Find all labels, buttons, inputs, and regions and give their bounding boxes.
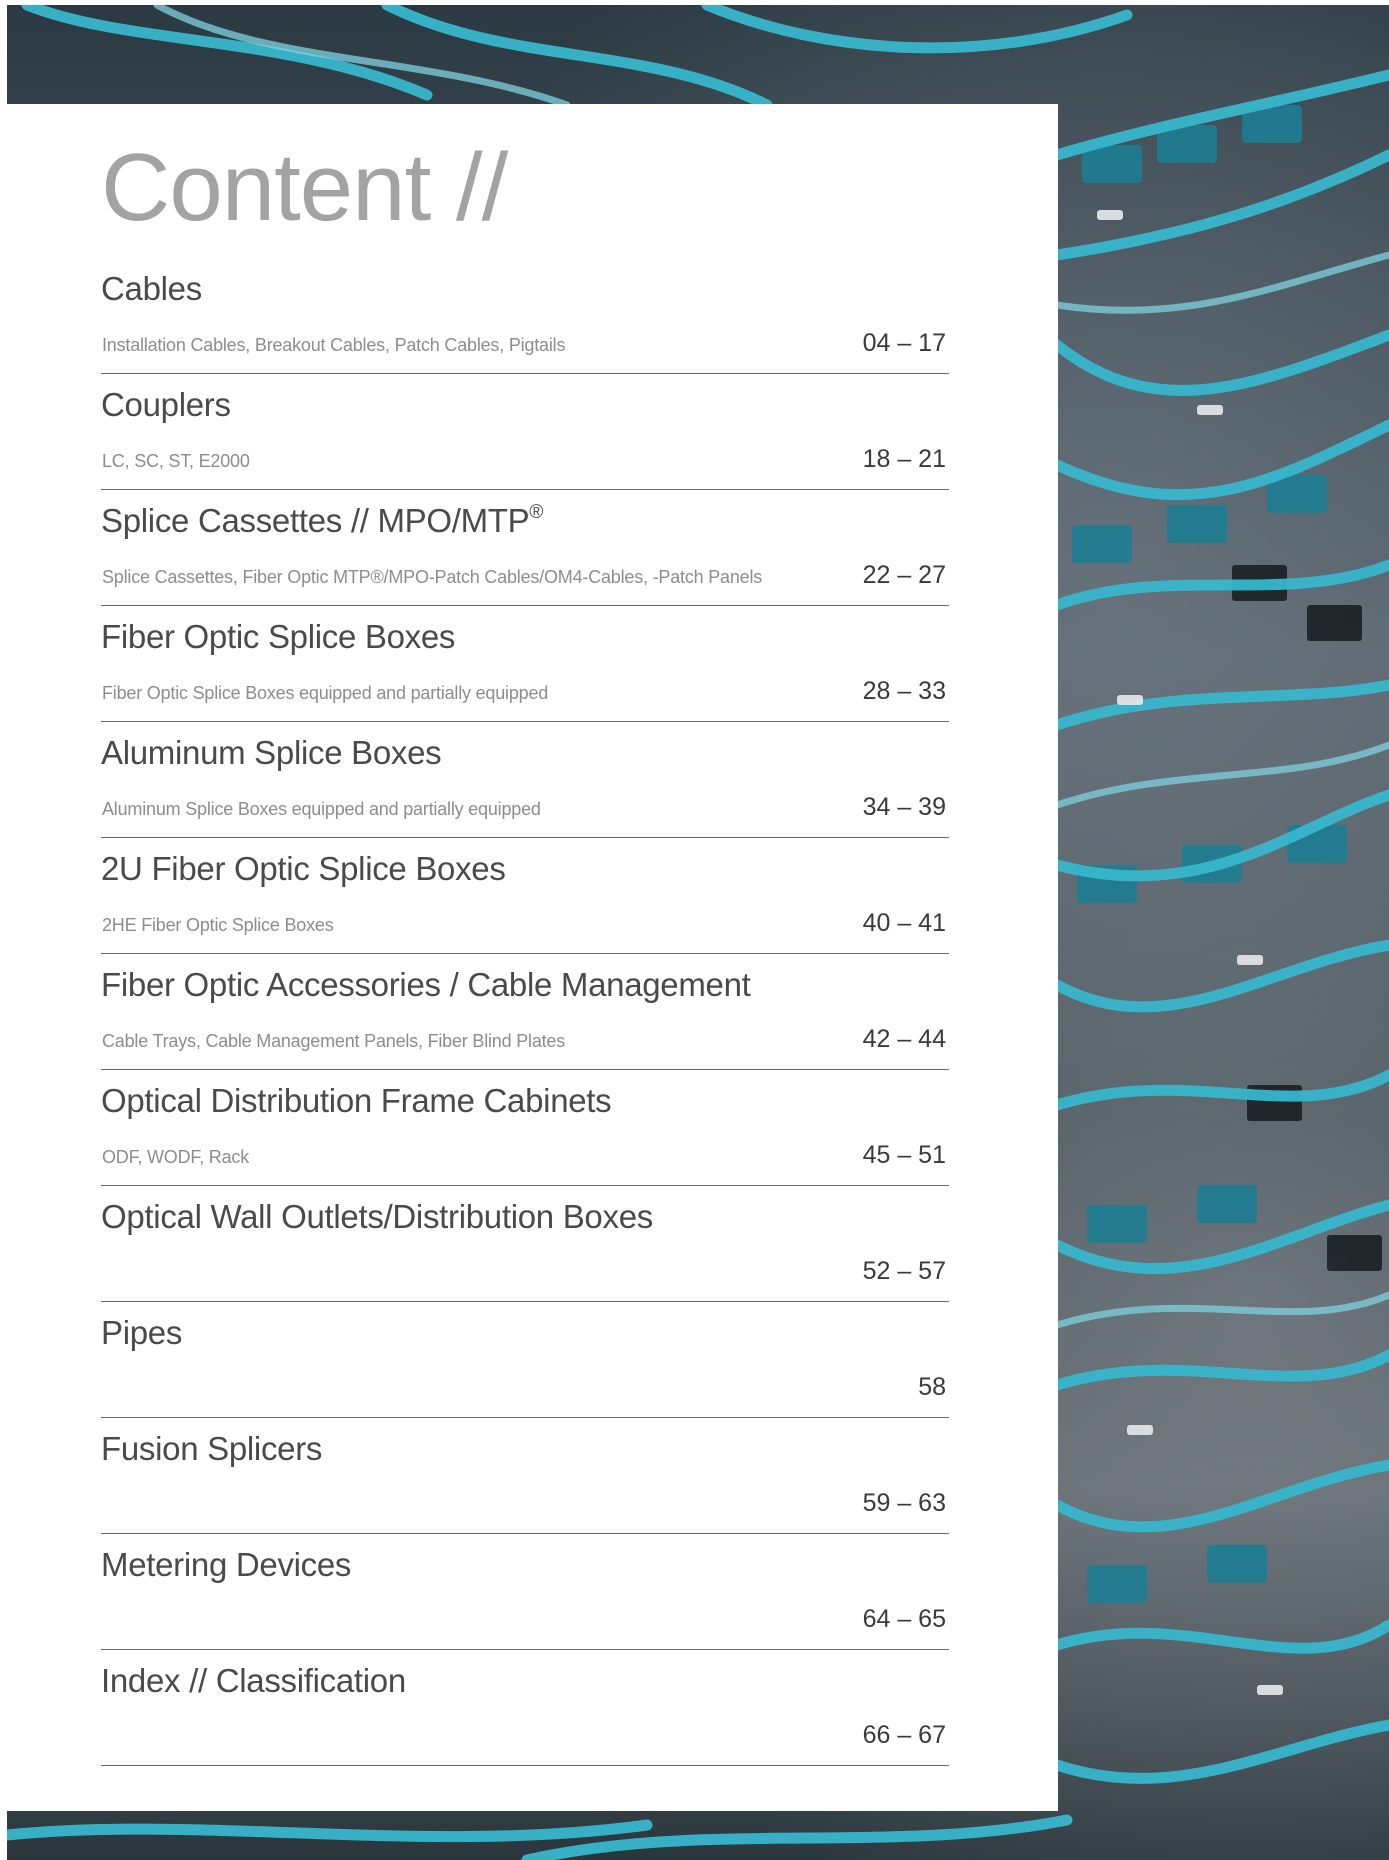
toc-entry-couplers[interactable]: Couplers LC, SC, ST, E2000 18 – 21 bbox=[101, 374, 949, 490]
toc-entry-splice-cassettes[interactable]: Splice Cassettes // MPO/MTP® Splice Cass… bbox=[101, 490, 949, 606]
toc-entry-pages: 28 – 33 bbox=[862, 677, 946, 705]
toc-entry-fusion-splicers[interactable]: Fusion Splicers 59 – 63 bbox=[101, 1418, 949, 1534]
toc-entry-title: Index // Classification bbox=[101, 1662, 406, 1699]
toc-entry-title: Fusion Splicers bbox=[101, 1430, 323, 1467]
toc-entry-pages: 59 – 63 bbox=[862, 1489, 946, 1517]
toc-entry-pages: 18 – 21 bbox=[862, 445, 946, 473]
toc-entry-title: Pipes bbox=[101, 1314, 183, 1351]
toc-entry-wall-outlets[interactable]: Optical Wall Outlets/Distribution Boxes … bbox=[101, 1186, 949, 1302]
toc-entry-pages: 42 – 44 bbox=[862, 1025, 946, 1053]
toc-entry-title: Couplers bbox=[101, 386, 231, 423]
toc-entry-pages: 58 bbox=[918, 1373, 946, 1401]
toc-entry-pages: 66 – 67 bbox=[862, 1721, 946, 1749]
table-of-contents: Cables Installation Cables, Breakout Cab… bbox=[101, 258, 949, 1766]
toc-entry-subtitle: Splice Cassettes, Fiber Optic MTP®/MPO-P… bbox=[102, 567, 763, 587]
toc-entry-pages: 64 – 65 bbox=[862, 1605, 946, 1633]
toc-entry-title: Optical Distribution Frame Cabinets bbox=[101, 1082, 612, 1119]
toc-entry-title: Cables bbox=[101, 270, 202, 307]
toc-entry-title: Fiber Optic Splice Boxes bbox=[101, 618, 456, 655]
toc-entry-metering-devices[interactable]: Metering Devices 64 – 65 bbox=[101, 1534, 949, 1650]
toc-entry-pages: 45 – 51 bbox=[862, 1141, 946, 1169]
toc-entry-title: Splice Cassettes // MPO/MTP® bbox=[101, 502, 543, 540]
toc-entry-accessories[interactable]: Fiber Optic Accessories / Cable Manageme… bbox=[101, 954, 949, 1070]
toc-entry-subtitle: 2HE Fiber Optic Splice Boxes bbox=[102, 915, 334, 935]
toc-entry-2u-splice-boxes[interactable]: 2U Fiber Optic Splice Boxes 2HE Fiber Op… bbox=[101, 838, 949, 954]
toc-entry-subtitle: Aluminum Splice Boxes equipped and parti… bbox=[102, 799, 541, 819]
toc-entry-subtitle: Fiber Optic Splice Boxes equipped and pa… bbox=[102, 683, 549, 703]
toc-entry-subtitle: Cable Trays, Cable Management Panels, Fi… bbox=[102, 1031, 566, 1051]
toc-entry-aluminum-splice-boxes[interactable]: Aluminum Splice Boxes Aluminum Splice Bo… bbox=[101, 722, 949, 838]
page-title: Content // bbox=[101, 134, 508, 241]
toc-entry-fiber-optic-splice-boxes[interactable]: Fiber Optic Splice Boxes Fiber Optic Spl… bbox=[101, 606, 949, 722]
toc-entry-title: Optical Wall Outlets/Distribution Boxes bbox=[101, 1198, 653, 1235]
toc-entry-subtitle: Installation Cables, Breakout Cables, Pa… bbox=[102, 335, 566, 355]
toc-entry-title: Metering Devices bbox=[101, 1546, 352, 1583]
toc-entry-odf-cabinets[interactable]: Optical Distribution Frame Cabinets ODF,… bbox=[101, 1070, 949, 1186]
toc-entry-pages: 04 – 17 bbox=[862, 329, 946, 357]
toc-entry-pages: 22 – 27 bbox=[862, 561, 946, 589]
toc-entry-title-text: Splice Cassettes // MPO/MTP bbox=[101, 502, 530, 539]
toc-entry-title: Aluminum Splice Boxes bbox=[101, 734, 442, 771]
toc-entry-title: Fiber Optic Accessories / Cable Manageme… bbox=[101, 966, 751, 1003]
toc-entry-pages: 34 – 39 bbox=[862, 793, 946, 821]
toc-entry-title: 2U Fiber Optic Splice Boxes bbox=[101, 850, 506, 887]
toc-entry-pages: 40 – 41 bbox=[862, 909, 946, 937]
toc-entry-subtitle: ODF, WODF, Rack bbox=[102, 1147, 250, 1167]
registered-mark: ® bbox=[529, 502, 544, 523]
toc-entry-cables[interactable]: Cables Installation Cables, Breakout Cab… bbox=[101, 258, 949, 374]
toc-entry-pipes[interactable]: Pipes 58 bbox=[101, 1302, 949, 1418]
toc-entry-index[interactable]: Index // Classification 66 – 67 bbox=[101, 1650, 949, 1766]
toc-entry-pages: 52 – 57 bbox=[862, 1257, 946, 1285]
toc-entry-subtitle: LC, SC, ST, E2000 bbox=[102, 451, 250, 471]
